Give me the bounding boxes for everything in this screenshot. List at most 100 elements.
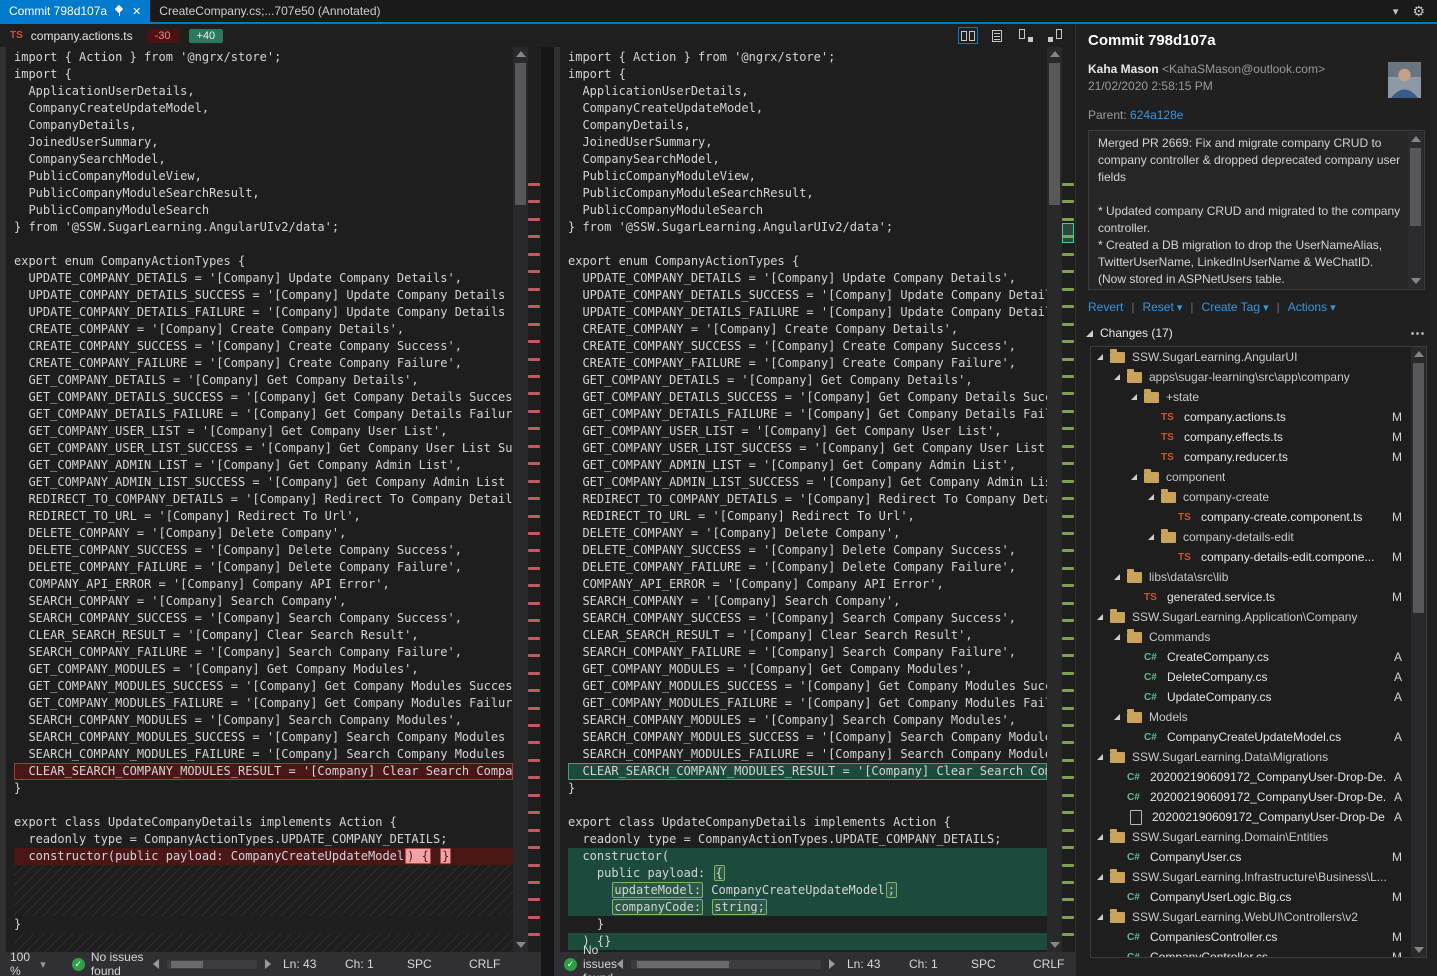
expander-icon[interactable] (1114, 714, 1120, 720)
right-file-view-icon[interactable] (1045, 27, 1065, 44)
scroll-right-icon[interactable] (829, 959, 835, 969)
code-line: DELETE_COMPANY_SUCCESS = '[Company] Dele… (14, 542, 513, 559)
actions-dropdown[interactable]: Actions (1288, 300, 1336, 314)
scroll-left-icon[interactable] (617, 959, 623, 969)
diff-change-mark (1062, 707, 1074, 710)
tree-file-row[interactable]: C#CompanyCreateUpdateModel.csA (1091, 727, 1426, 747)
horizontal-scrollbar[interactable] (153, 959, 271, 969)
side-by-side-view-icon[interactable] (958, 27, 978, 44)
code-line: GET_COMPANY_USER_LIST = '[Company] Get C… (568, 423, 1047, 440)
diff-change-mark (528, 864, 540, 867)
expander-icon[interactable] (1114, 374, 1120, 380)
expander-icon[interactable] (1114, 574, 1120, 580)
tree-folder-row[interactable]: SSW.SugarLearning.AngularUI (1091, 347, 1426, 367)
expander-icon[interactable] (1131, 394, 1137, 400)
tree-folder-row[interactable]: apps\sugar-learning\src\app\company (1091, 367, 1426, 387)
tree-folder-row[interactable]: Models (1091, 707, 1426, 727)
scroll-down-icon[interactable] (1411, 278, 1421, 284)
expander-icon[interactable] (1097, 834, 1103, 840)
code-line: SEARCH_COMPANY_FAILURE = '[Company] Sear… (14, 644, 513, 661)
scroll-up-icon[interactable] (1050, 51, 1060, 57)
more-options-icon[interactable] (1410, 324, 1425, 342)
tree-file-row[interactable]: TSgenerated.service.tsM (1091, 587, 1426, 607)
tab-commit[interactable]: Commit 798d107a ✕ (0, 0, 150, 22)
tree-scrollbar[interactable] (1411, 347, 1426, 957)
expander-icon[interactable] (1148, 534, 1154, 540)
reset-dropdown[interactable]: Reset (1142, 300, 1182, 314)
message-scrollbar[interactable] (1408, 132, 1423, 288)
tree-file-row[interactable]: TScompany-details-edit.compone...M (1091, 547, 1426, 567)
expander-icon[interactable] (1086, 330, 1093, 337)
create-tag-dropdown[interactable]: Create Tag (1202, 300, 1269, 314)
zoom-selector[interactable]: 100 % (10, 950, 46, 976)
commit-message-box[interactable]: Merged PR 2669: Fix and migrate company … (1088, 130, 1425, 290)
tree-item-label: company.actions.ts (1184, 410, 1286, 424)
inline-view-icon[interactable] (987, 27, 1007, 44)
scroll-right-icon[interactable] (265, 959, 271, 969)
tree-file-row[interactable]: C#DeleteCompany.csA (1091, 667, 1426, 687)
scroll-thumb[interactable] (1410, 148, 1421, 226)
tree-file-row[interactable]: C#CompanyController.csM (1091, 947, 1426, 958)
tree-file-row[interactable]: TScompany.reducer.tsM (1091, 447, 1426, 467)
scroll-up-icon[interactable] (1414, 351, 1424, 357)
scroll-up-icon[interactable] (516, 51, 526, 57)
scrollbar-new[interactable] (1047, 47, 1062, 952)
revert-link[interactable]: Revert (1088, 300, 1123, 314)
horizontal-scrollbar[interactable] (617, 959, 835, 969)
tree-file-row[interactable]: C#CreateCompany.csA (1091, 647, 1426, 667)
tree-folder-row[interactable]: component (1091, 467, 1426, 487)
expander-icon[interactable] (1097, 614, 1103, 620)
expander-icon[interactable] (1097, 914, 1103, 920)
expander-icon[interactable] (1097, 354, 1103, 360)
scroll-down-icon[interactable] (516, 942, 526, 948)
tree-file-row[interactable]: 202002190609172_CompanyUser-Drop-De...A (1091, 807, 1426, 827)
expander-icon[interactable] (1114, 634, 1120, 640)
parent-commit-link[interactable]: 624a128e (1130, 108, 1183, 122)
tree-file-row[interactable]: C#CompanyUserLogic.Big.csM (1091, 887, 1426, 907)
scroll-thumb[interactable] (637, 961, 729, 968)
tree-folder-row[interactable]: company-create (1091, 487, 1426, 507)
tree-file-row[interactable]: C#CompaniesController.csM (1091, 927, 1426, 947)
expander-icon[interactable] (1097, 874, 1103, 880)
scroll-thumb[interactable] (1049, 63, 1060, 205)
settings-gear-icon[interactable] (1412, 3, 1425, 20)
code-old[interactable]: import { Action } from '@ngrx/store';imp… (6, 47, 513, 952)
tree-file-row[interactable]: TScompany-create.component.tsM (1091, 507, 1426, 527)
expander-icon[interactable] (1148, 494, 1154, 500)
window-list-chevron-icon[interactable] (1393, 4, 1399, 18)
expander-icon[interactable] (1097, 754, 1103, 760)
tree-folder-row[interactable]: Commands (1091, 627, 1426, 647)
tree-file-row[interactable]: C#202002190609172_CompanyUser-Drop-De...… (1091, 787, 1426, 807)
tree-file-row[interactable]: C#UpdateCompany.csA (1091, 687, 1426, 707)
diff-change-mark (528, 235, 540, 238)
code-line: SEARCH_COMPANY_MODULES_SUCCESS = '[Compa… (568, 729, 1047, 746)
tree-folder-row[interactable]: SSW.SugarLearning.Data\Migrations (1091, 747, 1426, 767)
code-new[interactable]: import { Action } from '@ngrx/store';imp… (560, 47, 1047, 952)
tree-folder-row[interactable]: SSW.SugarLearning.Domain\Entities (1091, 827, 1426, 847)
changes-header[interactable]: Changes (17) (1086, 324, 1425, 342)
tree-file-row[interactable]: TScompany.effects.tsM (1091, 427, 1426, 447)
pin-icon[interactable] (114, 5, 125, 17)
scroll-up-icon[interactable] (1411, 136, 1421, 142)
scroll-thumb[interactable] (171, 961, 203, 968)
tree-folder-row[interactable]: SSW.SugarLearning.Application\Company (1091, 607, 1426, 627)
tree-folder-row[interactable]: +state (1091, 387, 1426, 407)
close-icon[interactable]: ✕ (132, 5, 141, 18)
scroll-down-icon[interactable] (1414, 947, 1424, 953)
code-line: REDIRECT_TO_COMPANY_DETAILS = '[Company]… (14, 491, 513, 508)
tree-file-row[interactable]: TScompany.actions.tsM (1091, 407, 1426, 427)
tree-folder-row[interactable]: SSW.SugarLearning.Infrastructure\Busines… (1091, 867, 1426, 887)
scroll-down-icon[interactable] (1050, 942, 1060, 948)
scrollbar-old[interactable] (513, 47, 528, 952)
tree-file-row[interactable]: C#CompanyUser.csM (1091, 847, 1426, 867)
tree-folder-row[interactable]: libs\data\src\lib (1091, 567, 1426, 587)
scroll-thumb[interactable] (1413, 363, 1424, 613)
scroll-left-icon[interactable] (153, 959, 159, 969)
tree-folder-row[interactable]: SSW.SugarLearning.WebUI\Controllers\v2 (1091, 907, 1426, 927)
tree-file-row[interactable]: C#202002190609172_CompanyUser-Drop-De...… (1091, 767, 1426, 787)
tab-annotated-file[interactable]: CreateCompany.cs;...707e50 (Annotated) (150, 0, 389, 22)
expander-icon[interactable] (1131, 474, 1137, 480)
scroll-thumb[interactable] (515, 63, 526, 205)
tree-folder-row[interactable]: company-details-edit (1091, 527, 1426, 547)
left-file-view-icon[interactable] (1016, 27, 1036, 44)
